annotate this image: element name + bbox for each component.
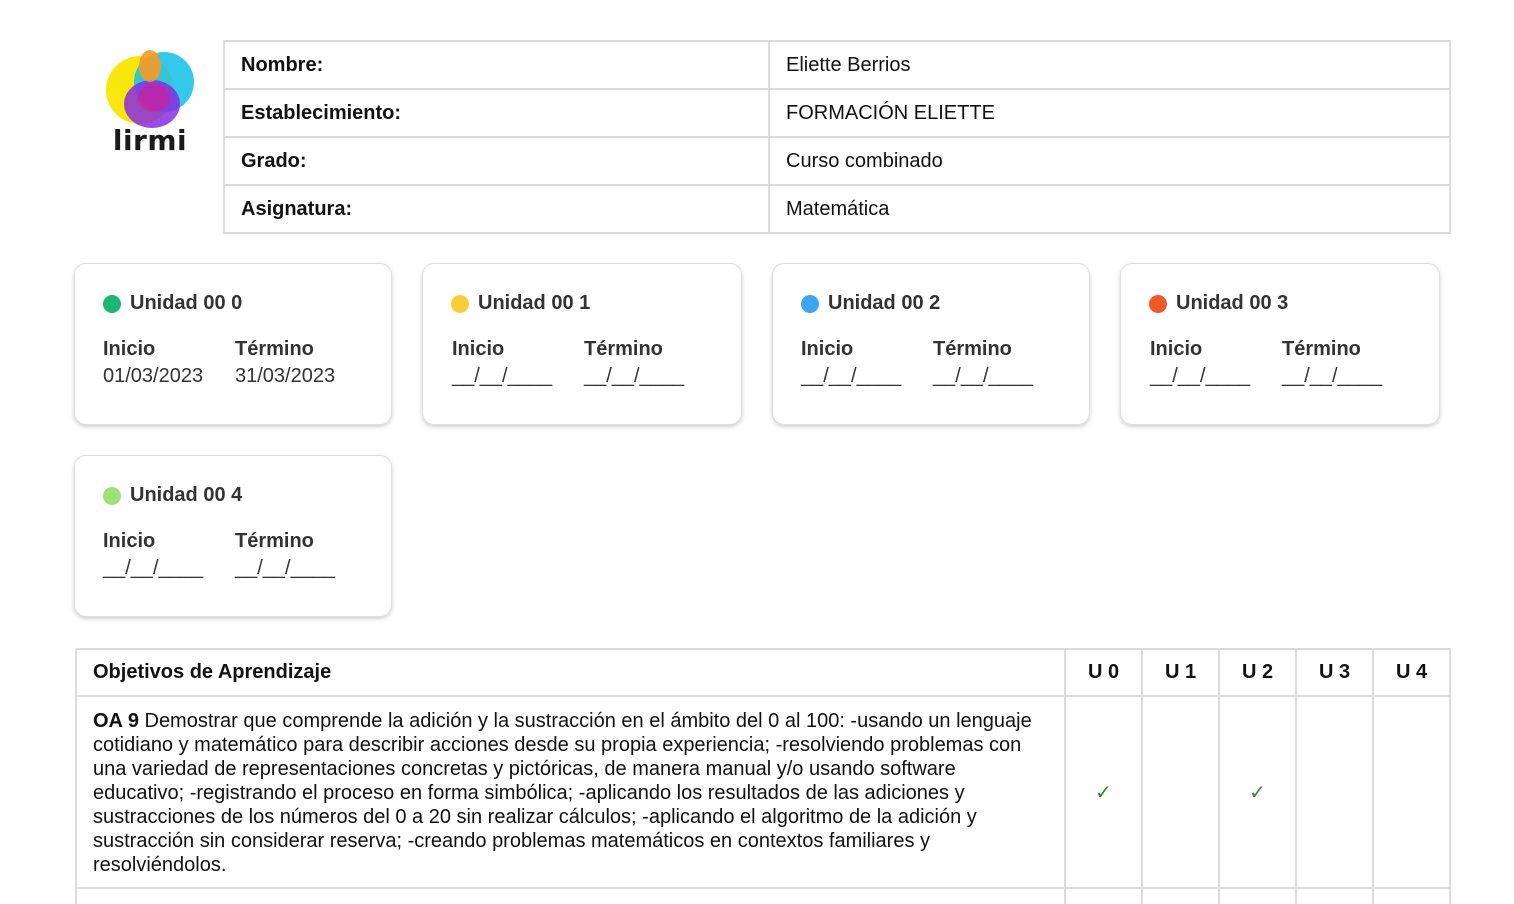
objective-unit-cell: ✓ bbox=[1218, 695, 1297, 889]
lirmi-logo: lirmi bbox=[100, 46, 204, 162]
unit-column-header: U 2 bbox=[1218, 648, 1297, 697]
unit-end: Término __/__/____ bbox=[584, 338, 684, 388]
unit-color-dot-icon bbox=[103, 294, 121, 313]
unit-end-date: 31/03/2023 bbox=[235, 365, 336, 387]
unit-card-4: Unidad 00 4 Inicio __/__/____ Término __… bbox=[74, 455, 392, 617]
unit-card-2: Unidad 00 2 Inicio __/__/____ Término __… bbox=[772, 263, 1090, 425]
unit-end-label: Término bbox=[235, 338, 314, 360]
unit-end-date: __/__/____ bbox=[584, 365, 685, 387]
info-value: Matemática bbox=[768, 184, 1451, 234]
unit-start-date: __/__/____ bbox=[103, 557, 204, 579]
unit-title-text: Unidad 00 2 bbox=[828, 292, 941, 314]
unit-start: Inicio __/__/____ bbox=[103, 530, 203, 580]
unit-title: Unidad 00 0 bbox=[103, 292, 242, 315]
info-label: Nombre: bbox=[223, 40, 770, 90]
objectives-table: Objetivos de Aprendizaje U 0 U 1 U 2 U 3… bbox=[75, 648, 1451, 904]
unit-title: Unidad 00 3 bbox=[1149, 292, 1288, 315]
unit-end: Término __/__/____ bbox=[1282, 338, 1382, 388]
unit-start-label: Inicio bbox=[1150, 338, 1203, 360]
objective-cell bbox=[75, 887, 1066, 904]
objective-unit-cell: ✓ bbox=[1064, 695, 1143, 889]
unit-column-header: U 1 bbox=[1141, 648, 1220, 697]
unit-color-dot-icon bbox=[451, 294, 469, 313]
check-icon: ✓ bbox=[1095, 781, 1112, 804]
objective-unit-cell bbox=[1141, 695, 1220, 889]
objective-code: OA 9 bbox=[93, 710, 139, 732]
unit-end: Término __/__/____ bbox=[933, 338, 1033, 388]
info-value: Eliette Berrios bbox=[768, 40, 1451, 90]
info-row: Nombre: Eliette Berrios bbox=[223, 40, 1451, 90]
unit-title-text: Unidad 00 3 bbox=[1176, 292, 1289, 314]
student-info-table: Nombre: Eliette Berrios Establecimiento:… bbox=[223, 40, 1451, 234]
unit-start-date: __/__/____ bbox=[801, 365, 902, 387]
objective-unit-cell bbox=[1064, 887, 1143, 904]
unit-title: Unidad 00 1 bbox=[451, 292, 590, 315]
unit-title: Unidad 00 2 bbox=[801, 292, 940, 315]
unit-start-date: 01/03/2023 bbox=[103, 365, 204, 387]
objective-row-partial bbox=[75, 887, 1451, 904]
unit-column-header: U 0 bbox=[1064, 648, 1143, 697]
objective-unit-cell bbox=[1295, 695, 1374, 889]
unit-start-label: Inicio bbox=[452, 338, 505, 360]
objectives-header: Objetivos de Aprendizaje bbox=[75, 648, 1066, 697]
unit-start-date: __/__/____ bbox=[452, 365, 553, 387]
unit-column-header: U 4 bbox=[1372, 648, 1451, 697]
unit-end-label: Término bbox=[933, 338, 1012, 360]
unit-title-text: Unidad 00 4 bbox=[130, 484, 243, 506]
unit-title-text: Unidad 00 1 bbox=[478, 292, 591, 314]
objective-cell: OA 9 Demostrar que comprende la adición … bbox=[75, 695, 1066, 889]
unit-card-3: Unidad 00 3 Inicio __/__/____ Término __… bbox=[1120, 263, 1440, 425]
objective-row: OA 9 Demostrar que comprende la adición … bbox=[75, 695, 1451, 889]
unit-end-label: Término bbox=[584, 338, 663, 360]
objective-unit-cell bbox=[1141, 887, 1220, 904]
unit-color-dot-icon bbox=[801, 294, 819, 313]
unit-end-date: __/__/____ bbox=[933, 365, 1034, 387]
unit-title: Unidad 00 4 bbox=[103, 484, 242, 507]
unit-start-date: __/__/____ bbox=[1150, 365, 1251, 387]
info-value: FORMACIÓN ELIETTE bbox=[768, 88, 1451, 138]
info-label: Grado: bbox=[223, 136, 770, 186]
unit-end-label: Término bbox=[1282, 338, 1361, 360]
info-row: Asignatura: Matemática bbox=[223, 184, 1451, 234]
unit-start: Inicio __/__/____ bbox=[1150, 338, 1250, 388]
info-row: Grado: Curso combinado bbox=[223, 136, 1451, 186]
unit-end-label: Término bbox=[235, 530, 314, 552]
objective-unit-cell bbox=[1372, 695, 1451, 889]
info-row: Establecimiento: FORMACIÓN ELIETTE bbox=[223, 88, 1451, 138]
unit-color-dot-icon bbox=[103, 486, 121, 505]
unit-color-dot-icon bbox=[1149, 294, 1167, 313]
check-icon: ✓ bbox=[1249, 781, 1266, 804]
objectives-header-row: Objetivos de Aprendizaje U 0 U 1 U 2 U 3… bbox=[75, 648, 1451, 697]
unit-end-date: __/__/____ bbox=[235, 557, 336, 579]
logo-wordmark: lirmi bbox=[112, 124, 188, 157]
unit-start: Inicio __/__/____ bbox=[801, 338, 901, 388]
unit-start-label: Inicio bbox=[103, 338, 156, 360]
unit-card-0: Unidad 00 0 Inicio 01/03/2023 Término 31… bbox=[74, 263, 392, 425]
unit-card-1: Unidad 00 1 Inicio __/__/____ Término __… bbox=[422, 263, 742, 425]
unit-end: Término 31/03/2023 bbox=[235, 338, 335, 388]
lirmi-logo-mark bbox=[106, 50, 194, 128]
info-label: Establecimiento: bbox=[223, 88, 770, 138]
objective-text: Demostrar que comprende la adición y la … bbox=[93, 710, 1032, 876]
info-label: Asignatura: bbox=[223, 184, 770, 234]
unit-column-header: U 3 bbox=[1295, 648, 1374, 697]
objective-unit-cell bbox=[1218, 887, 1297, 904]
unit-end-date: __/__/____ bbox=[1282, 365, 1383, 387]
unit-title-text: Unidad 00 0 bbox=[130, 292, 243, 314]
unit-start-label: Inicio bbox=[801, 338, 854, 360]
info-value: Curso combinado bbox=[768, 136, 1451, 186]
unit-start: Inicio 01/03/2023 bbox=[103, 338, 203, 388]
objective-unit-cell bbox=[1295, 887, 1374, 904]
unit-end: Término __/__/____ bbox=[235, 530, 335, 580]
objective-unit-cell bbox=[1372, 887, 1451, 904]
unit-start: Inicio __/__/____ bbox=[452, 338, 552, 388]
unit-start-label: Inicio bbox=[103, 530, 156, 552]
